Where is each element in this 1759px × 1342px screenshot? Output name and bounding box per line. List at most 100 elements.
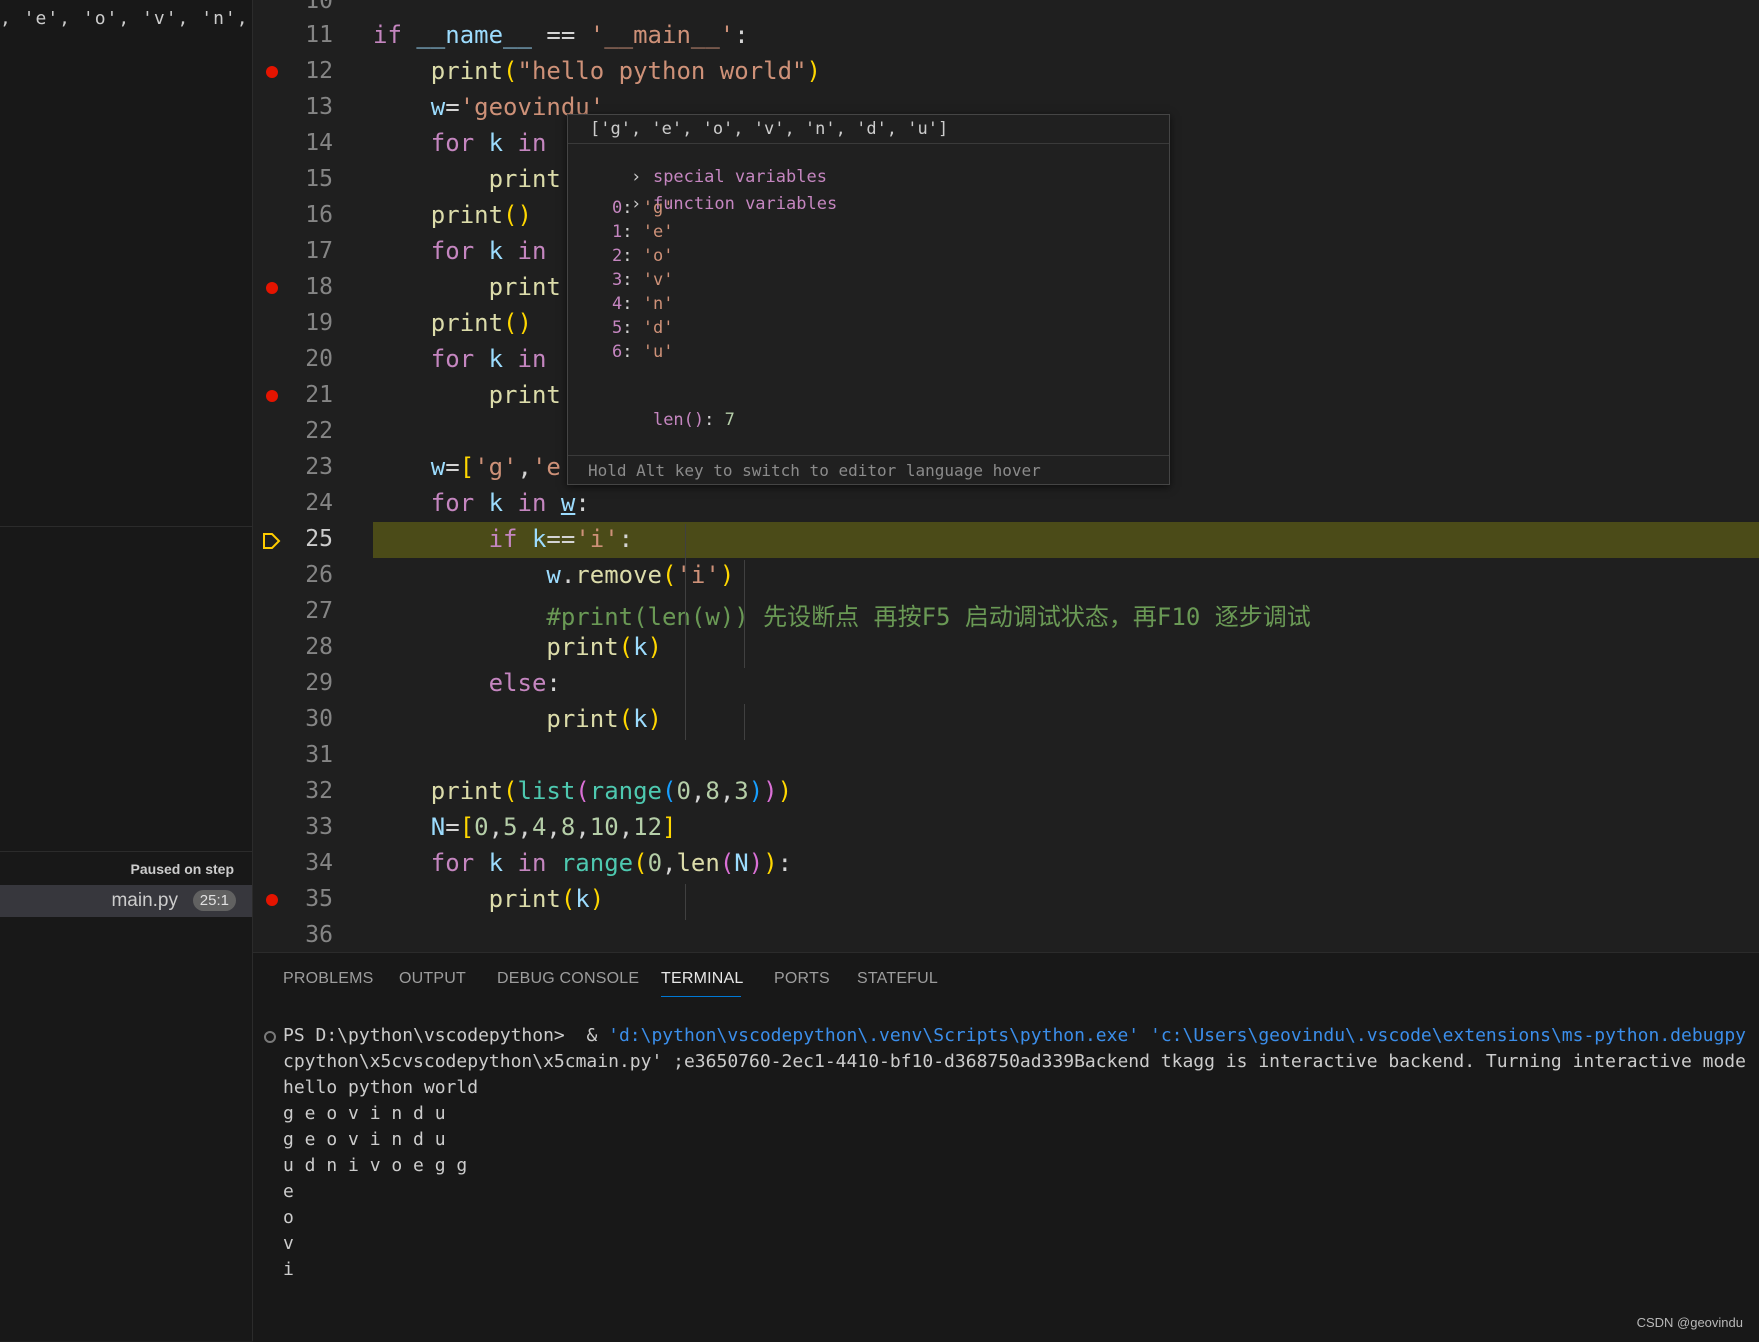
code-line[interactable]: 33 N=[0,5,4,8,10,12]: [253, 810, 1759, 846]
frame-position-badge: 25:1: [192, 890, 236, 911]
line-number: 18: [305, 274, 333, 300]
debug-sidebar: , 'e', 'o', 'v', 'n', … Paused on step m…: [0, 0, 253, 1341]
item-value: 'd': [642, 318, 674, 338]
code-line[interactable]: 36: [253, 918, 1759, 952]
code-line[interactable]: 31: [253, 738, 1759, 774]
hover-item[interactable]: 2: 'o': [590, 246, 673, 272]
tab-stateful[interactable]: STATEFUL: [857, 970, 938, 988]
line-number: 12: [305, 58, 333, 84]
tab-ports[interactable]: PORTS: [774, 970, 830, 988]
code-line[interactable]: 12 print("hello python world"): [253, 54, 1759, 90]
code-token: print: [430, 777, 504, 805]
code-line[interactable]: 35 print(k): [253, 882, 1759, 918]
code-text: print(k): [373, 705, 662, 733]
command-status-icon: [264, 1031, 276, 1043]
hover-group-special-variables[interactable]: › special variables: [590, 147, 827, 187]
code-token: N: [734, 849, 749, 877]
code-token: ,: [517, 813, 532, 841]
hover-item[interactable]: 1: 'e': [590, 222, 673, 248]
line-number: 14: [305, 130, 333, 156]
hover-item[interactable]: 0: 'g': [590, 198, 673, 224]
code-token: ,: [488, 813, 504, 841]
hover-group-function-variables[interactable]: › function variables: [590, 174, 837, 214]
line-number: 15: [305, 166, 333, 192]
code-token: =: [445, 453, 460, 481]
tab-terminal[interactable]: TERMINAL: [661, 970, 744, 988]
hover-divider: [568, 143, 1169, 144]
current-code-line[interactable]: 25 if k=='i':: [253, 522, 1759, 558]
item-value: 'e': [642, 222, 674, 242]
item-index: 0: [612, 198, 623, 218]
code-token: ): [589, 885, 605, 913]
code-token: in: [517, 237, 561, 265]
code-token: ,: [517, 453, 532, 481]
code-token: 'g': [474, 453, 518, 481]
debug-hover-widget[interactable]: ['g', 'e', 'o', 'v', 'n', 'd', 'u'] › spe…: [567, 114, 1170, 485]
code-token: ==: [531, 21, 590, 49]
line-number: 29: [305, 670, 333, 696]
code-text: for k in w:: [373, 489, 590, 517]
code-token: ,: [690, 777, 706, 805]
code-line[interactable]: 28 print(k): [253, 630, 1759, 666]
code-token: .: [560, 561, 576, 589]
watermark: CSDN @geovindu: [1636, 1315, 1743, 1330]
code-token: remove: [575, 561, 662, 589]
terminal-command-line: PS D:\python\vscodepython> & 'd:\python\…: [283, 1025, 1747, 1046]
hover-item[interactable]: 3: 'v': [590, 270, 673, 296]
code-token: (): [503, 201, 532, 229]
terminal-path: 'c:\Users\geovindu\.vscode\extensions\ms…: [1139, 1025, 1747, 1046]
code-token: list: [517, 777, 576, 805]
code-text: for k in range(0,len(N)):: [373, 849, 792, 877]
code-token: else: [488, 669, 547, 697]
code-token: :: [777, 849, 793, 877]
call-stack-frame[interactable]: main.py 25:1: [0, 885, 252, 917]
terminal-line: hello python world: [283, 1077, 479, 1098]
code-token: for: [430, 237, 489, 265]
code-line[interactable]: 26 w.remove('i'): [253, 558, 1759, 594]
code-line[interactable]: 34 for k in range(0,len(N)):: [253, 846, 1759, 882]
hover-item[interactable]: 5: 'd': [590, 318, 673, 344]
code-token: ): [777, 777, 793, 805]
line-number: 32: [305, 778, 333, 804]
code-token: k: [488, 237, 518, 265]
hover-item[interactable]: 6: 'u': [590, 342, 673, 368]
code-token: 10: [589, 813, 619, 841]
line-number: 36: [305, 922, 333, 948]
code-token: (: [633, 849, 648, 877]
line-number: 30: [305, 706, 333, 732]
code-token: print: [430, 309, 504, 337]
code-token: range: [589, 777, 662, 805]
code-line[interactable]: 32 print(list(range(0,8,3))): [253, 774, 1759, 810]
code-text: print: [373, 165, 561, 193]
code-token: 5: [503, 813, 518, 841]
code-token: (: [662, 561, 677, 589]
code-line[interactable]: 30 print(k): [253, 702, 1759, 738]
indent-guide: [685, 524, 686, 740]
code-token: ,: [546, 813, 561, 841]
code-token: for: [430, 345, 489, 373]
code-token: if: [488, 525, 532, 553]
code-token: print: [546, 705, 619, 733]
code-token: k: [575, 885, 590, 913]
code-line[interactable]: 27 #print(len(w)) 先设断点 再按F5 启动调试状态，再F10 …: [253, 594, 1759, 631]
code-line[interactable]: 11 if __name__ == '__main__':: [253, 18, 1759, 54]
line-number: 25: [305, 526, 333, 552]
hover-item[interactable]: 4: 'n': [590, 294, 673, 320]
hover-value-summary: ['g', 'e', 'o', 'v', 'n', 'd', 'u']: [590, 119, 949, 139]
item-index: 4: [612, 294, 623, 314]
tab-debug-console[interactable]: DEBUG CONSOLE: [497, 970, 639, 988]
tab-problems[interactable]: PROBLEMS: [283, 970, 374, 988]
code-token: print: [430, 57, 504, 85]
item-value: 'u': [642, 342, 674, 362]
tab-output[interactable]: OUTPUT: [399, 970, 466, 988]
code-token: print: [488, 165, 561, 193]
sidebar-divider: [0, 526, 252, 527]
code-token: k: [531, 525, 547, 553]
hover-len-row: len(): 7: [652, 410, 735, 430]
code-line[interactable]: 24 for k in w:: [253, 486, 1759, 522]
code-line[interactable]: 29 else:: [253, 666, 1759, 702]
